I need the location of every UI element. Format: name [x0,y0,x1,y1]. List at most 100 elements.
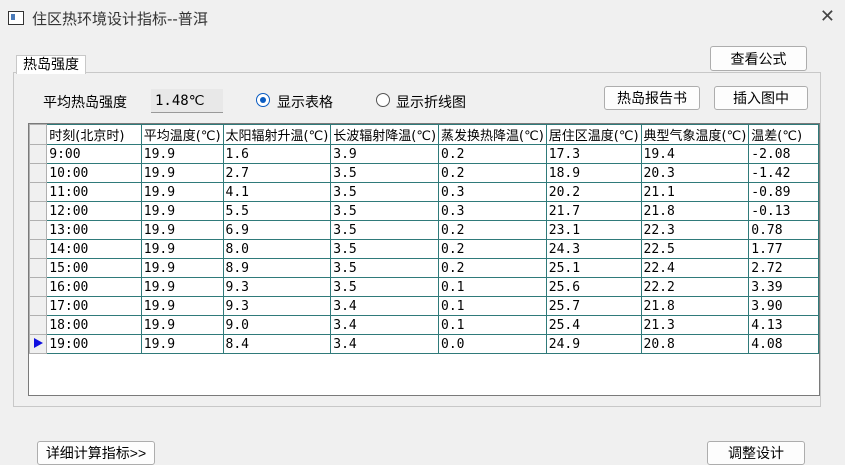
row-header[interactable] [28,296,48,316]
table-cell[interactable]: 19.9 [140,258,224,278]
table-cell[interactable]: 12:00 [46,201,142,221]
table-cell[interactable]: 25.4 [545,315,642,335]
column-header[interactable]: 平均温度(℃) [140,124,224,145]
table-cell[interactable]: 6.9 [222,220,332,240]
table-cell[interactable]: 2.7 [222,163,332,183]
table-cell[interactable]: 24.3 [545,239,642,259]
table-cell[interactable]: 3.5 [330,201,440,221]
table-cell[interactable]: 2.72 [748,258,819,278]
table-cell[interactable]: 0.0 [438,334,547,354]
row-header[interactable] [28,144,48,164]
table-cell[interactable]: -0.13 [748,201,819,221]
table-cell[interactable]: 3.39 [748,277,819,297]
table-cell[interactable]: 8.4 [222,334,332,354]
table-cell[interactable]: 0.1 [438,296,547,316]
table-cell[interactable]: 22.2 [640,277,750,297]
table-cell[interactable]: 3.9 [330,144,440,164]
table-cell[interactable]: 8.9 [222,258,332,278]
table-cell[interactable]: 3.5 [330,163,440,183]
column-header[interactable]: 温差(℃) [748,124,819,145]
table-cell[interactable]: 21.8 [640,296,750,316]
table-cell[interactable]: 0.2 [438,144,547,164]
table-cell[interactable]: 24.9 [545,334,642,354]
column-header[interactable]: 典型气象温度(℃) [640,124,750,145]
table-cell[interactable]: 17:00 [46,296,142,316]
table-cell[interactable]: 22.5 [640,239,750,259]
table-cell[interactable]: 0.3 [438,201,547,221]
table-cell[interactable]: 20.2 [545,182,642,202]
table-cell[interactable]: 18.9 [545,163,642,183]
table-cell[interactable]: 21.1 [640,182,750,202]
table-cell[interactable]: 3.5 [330,220,440,240]
tab-heat-island[interactable]: 热岛强度 [16,55,86,74]
table-row[interactable]: 12:00 19.9 5.5 3.5 0.3 21.7 21.8 -0.13 [28,201,819,221]
table-cell[interactable]: 25.1 [545,258,642,278]
show-table-label[interactable]: 显示表格 [277,92,333,112]
table-cell[interactable]: 5.5 [222,201,332,221]
table-cell[interactable]: 3.5 [330,182,440,202]
heat-island-report-button[interactable]: 热岛报告书 [604,86,700,110]
row-header[interactable] [28,201,48,221]
table-row[interactable]: 9:00 19.9 1.6 3.9 0.2 17.3 19.4 -2.08 [28,144,819,164]
row-header[interactable] [28,277,48,297]
table-cell[interactable]: 0.2 [438,239,547,259]
show-chart-radio[interactable] [376,93,390,107]
show-chart-label[interactable]: 显示折线图 [396,92,466,112]
table-cell[interactable]: 4.08 [748,334,819,354]
table-cell[interactable]: 8.0 [222,239,332,259]
table-cell[interactable]: 0.78 [748,220,819,240]
close-icon[interactable]: ✕ [820,6,835,27]
table-cell[interactable]: 15:00 [46,258,142,278]
table-cell[interactable]: 9.3 [222,277,332,297]
table-cell[interactable]: 0.1 [438,277,547,297]
row-header[interactable] [28,182,48,202]
data-grid[interactable]: 时刻(北京时) 平均温度(℃) 太阳辐射升温(℃) 长波辐射降温(℃) 蒸发换热… [28,123,820,396]
table-cell[interactable]: 16:00 [46,277,142,297]
table-cell[interactable]: 4.13 [748,315,819,335]
row-header[interactable] [28,163,48,183]
detailed-indicators-button[interactable]: 详细计算指标>> [37,441,155,465]
table-cell[interactable]: 18:00 [46,315,142,335]
table-cell[interactable]: -1.42 [748,163,819,183]
table-row[interactable]: 11:00 19.9 4.1 3.5 0.3 20.2 21.1 -0.89 [28,182,819,202]
row-header[interactable] [28,334,48,354]
table-row[interactable]: 10:00 19.9 2.7 3.5 0.2 18.9 20.3 -1.42 [28,163,819,183]
table-cell[interactable]: 11:00 [46,182,142,202]
column-header[interactable]: 太阳辐射升温(℃) [222,124,332,145]
table-cell[interactable]: -2.08 [748,144,819,164]
table-cell[interactable]: 19.9 [140,201,224,221]
table-cell[interactable]: 19:00 [46,334,142,354]
table-row[interactable]: 15:00 19.9 8.9 3.5 0.2 25.1 22.4 2.72 [28,258,819,278]
table-row[interactable]: 13:00 19.9 6.9 3.5 0.2 23.1 22.3 0.78 [28,220,819,240]
column-header[interactable]: 蒸发换热降温(℃) [438,124,547,145]
table-cell[interactable]: 9.0 [222,315,332,335]
table-cell[interactable]: 13:00 [46,220,142,240]
table-row[interactable]: 19:00 19.9 8.4 3.4 0.0 24.9 20.8 4.08 [28,334,819,354]
table-cell[interactable]: 10:00 [46,163,142,183]
table-row[interactable]: 17:00 19.9 9.3 3.4 0.1 25.7 21.8 3.90 [28,296,819,316]
column-header[interactable]: 居住区温度(℃) [545,124,642,145]
table-cell[interactable]: 19.9 [140,144,224,164]
table-row[interactable]: 18:00 19.9 9.0 3.4 0.1 25.4 21.3 4.13 [28,315,819,335]
table-cell[interactable]: -0.89 [748,182,819,202]
table-cell[interactable]: 19.9 [140,334,224,354]
table-cell[interactable]: 0.2 [438,163,547,183]
table-cell[interactable]: 14:00 [46,239,142,259]
row-header[interactable] [28,220,48,240]
table-cell[interactable]: 0.2 [438,258,547,278]
table-cell[interactable]: 19.9 [140,239,224,259]
table-cell[interactable]: 19.9 [140,163,224,183]
table-cell[interactable]: 3.4 [330,296,440,316]
table-cell[interactable]: 21.8 [640,201,750,221]
view-formula-button[interactable]: 查看公式 [710,46,807,71]
table-cell[interactable]: 17.3 [545,144,642,164]
table-cell[interactable]: 3.90 [748,296,819,316]
table-cell[interactable]: 0.1 [438,315,547,335]
table-cell[interactable]: 3.5 [330,277,440,297]
table-cell[interactable]: 19.9 [140,277,224,297]
adjust-design-button[interactable]: 调整设计 [707,441,805,465]
table-cell[interactable]: 22.4 [640,258,750,278]
table-cell[interactable]: 20.8 [640,334,750,354]
table-cell[interactable]: 3.5 [330,239,440,259]
table-cell[interactable]: 19.9 [140,296,224,316]
